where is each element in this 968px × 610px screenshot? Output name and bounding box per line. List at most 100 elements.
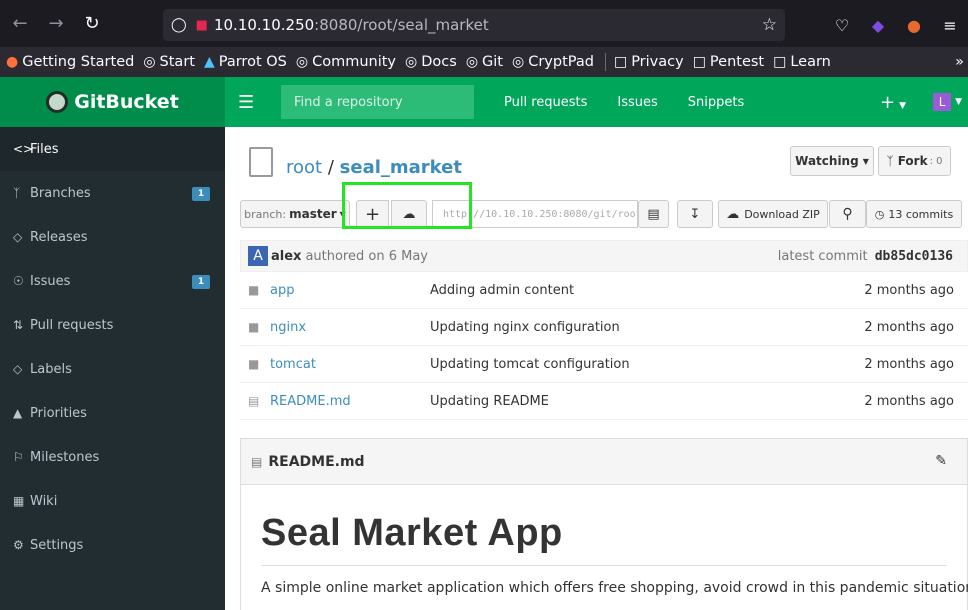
download-icon: ↧: [689, 206, 701, 222]
pull-request-icon: ⇅: [13, 318, 24, 332]
more-bookmarks-icon[interactable]: »: [955, 54, 964, 70]
pocket-icon[interactable]: ♡: [824, 9, 860, 41]
code-icon: <>: [13, 142, 34, 156]
forward-button[interactable]: →: [38, 6, 74, 42]
gitbucket-logo-icon: [46, 91, 69, 113]
url-bar[interactable]: ◯ ■ 10.10.10.250:8080/root/seal_market ☆: [163, 9, 785, 41]
back-button[interactable]: ←: [2, 6, 38, 42]
watching-button[interactable]: Watching ▼: [790, 146, 874, 176]
folder-icon: □: [613, 54, 628, 70]
repo-name-link[interactable]: seal_market: [340, 157, 462, 178]
sidebar-item-labels[interactable]: ◇ Labels: [0, 347, 225, 391]
tag-icon: ◇: [13, 230, 23, 244]
list-item: ■ app Adding admin content 2 months ago: [240, 272, 968, 309]
sidebar-item-releases[interactable]: ◇ Releases: [0, 215, 225, 259]
latest-commit: latest commit db85dc0136: [777, 248, 953, 264]
list-item: ■ nginx Updating nginx configuration 2 m…: [240, 309, 968, 346]
sidebar-toggle-icon[interactable]: ☰: [238, 92, 258, 113]
fork-count: : 0: [929, 155, 943, 167]
file-name-link[interactable]: nginx: [270, 320, 306, 335]
shield-icon: ◯: [171, 17, 187, 33]
repository-icon: [249, 147, 273, 177]
commit-author-link[interactable]: alex: [271, 249, 301, 264]
branch-selector[interactable]: branch: master ▼: [240, 200, 350, 228]
commits-button[interactable]: ◷ 13 commits: [866, 200, 962, 228]
latest-commit-bar: A alex authored on 6 May latest commit d…: [240, 240, 968, 272]
commit-message-link[interactable]: Adding admin content: [430, 283, 574, 298]
readme-panel: ▤ README.md ✎ Seal Market App A simple o…: [240, 438, 968, 610]
bookmark-getting-started[interactable]: ● Getting Started: [6, 54, 134, 70]
insecure-lock-icon[interactable]: ■: [196, 18, 208, 33]
commit-message-link[interactable]: Updating tomcat configuration: [430, 357, 630, 372]
file-age: 2 months ago: [864, 319, 954, 335]
bookmark-pentest[interactable]: □ Pentest: [693, 54, 764, 70]
brand-bar: GitBucket: [0, 77, 225, 127]
nav-pull-requests[interactable]: Pull requests: [504, 95, 587, 110]
nav-snippets[interactable]: Snippets: [688, 95, 744, 110]
globe-icon: ◎: [511, 54, 525, 70]
repo-owner-link[interactable]: root: [286, 157, 322, 178]
file-name-link[interactable]: tomcat: [270, 357, 316, 372]
file-name-link[interactable]: README.md: [270, 394, 351, 409]
globe-icon: ◎: [405, 54, 418, 70]
search-code-button[interactable]: ⚲: [829, 200, 866, 228]
folder-icon: □: [692, 54, 706, 70]
commit-message-link[interactable]: Updating nginx configuration: [430, 320, 620, 335]
sidebar-item-wiki[interactable]: ▦ Wiki: [0, 479, 225, 523]
file-name-link[interactable]: app: [270, 283, 294, 298]
download-button[interactable]: ↧: [677, 200, 713, 228]
user-menu[interactable]: L ▼: [933, 93, 962, 111]
sidebar-item-milestones[interactable]: ⚐ Milestones: [0, 435, 225, 479]
bookmark-separator: [604, 53, 606, 71]
bookmark-git[interactable]: ◎ Git: [466, 54, 503, 70]
highlight-box: [342, 182, 472, 229]
bookmark-star-icon[interactable]: ☆: [762, 15, 777, 35]
repository-search-input[interactable]: Find a repository: [281, 85, 474, 119]
commit-hash-link[interactable]: db85dc0136: [875, 249, 953, 264]
file-icon: ▤: [248, 394, 260, 408]
commit-message-link[interactable]: Updating README: [430, 394, 549, 409]
readme-body: Seal Market App A simple online market a…: [241, 512, 968, 596]
pencil-icon[interactable]: ✎: [935, 453, 947, 469]
fork-icon: ᛉ: [886, 154, 894, 168]
file-list: ■ app Adding admin content 2 months ago …: [240, 272, 968, 420]
brand-link[interactable]: GitBucket: [46, 91, 179, 113]
list-item: ■ tomcat Updating tomcat configuration 2…: [240, 346, 968, 383]
bookmark-privacy[interactable]: □ Privacy: [614, 54, 684, 70]
sidebar-item-pull-requests[interactable]: ⇅ Pull requests: [0, 303, 225, 347]
fork-button[interactable]: ᛉ Fork: 0: [878, 146, 951, 176]
sidebar-item-settings[interactable]: ⚙ Settings: [0, 523, 225, 567]
caret-down-icon: ▼: [955, 97, 962, 107]
readme-header: ▤ README.md ✎: [241, 439, 967, 485]
extension-orange-icon[interactable]: ●: [896, 9, 932, 41]
create-new-menu[interactable]: + ▼: [880, 92, 906, 113]
branches-count-badge: 1: [192, 187, 210, 201]
copy-url-button[interactable]: ▤: [638, 200, 669, 228]
reload-button[interactable]: ↻: [74, 6, 110, 42]
folder-icon: ■: [248, 283, 260, 297]
author-avatar[interactable]: A: [248, 246, 268, 266]
nav-issues[interactable]: Issues: [617, 95, 657, 110]
globe-icon: ◎: [295, 54, 309, 70]
globe-icon: ◎: [465, 54, 479, 70]
sidebar-item-priorities[interactable]: ▲ Priorities: [0, 391, 225, 435]
main-content: root / seal_market Watching ▼ ᛉ Fork: 0 br…: [225, 127, 968, 610]
bookmark-parrot-os[interactable]: ▲ Parrot OS: [204, 54, 287, 70]
browser-toolbar: ← → ↻ ◯ ■ 10.10.10.250:8080/root/seal_ma…: [0, 0, 968, 47]
sidebar-item-files[interactable]: <> Files: [0, 127, 225, 171]
milestone-icon: ⚐: [13, 450, 24, 464]
sidebar-item-issues[interactable]: ☉ Issues 1: [0, 259, 225, 303]
extension-purple-icon[interactable]: ◆: [860, 9, 896, 41]
history-icon: ◷: [874, 207, 885, 221]
bookmark-docs[interactable]: ◎ Docs: [405, 54, 457, 70]
download-zip-button[interactable]: ☁ Download ZIP: [718, 200, 828, 228]
bookmark-start[interactable]: ◎ Start: [143, 54, 195, 70]
bookmark-learn[interactable]: □ Learn: [773, 54, 831, 70]
sidebar: <> Files ᛉ Branches 1 ◇ Releases ☉ Issues 1 ⇅ P…: [0, 127, 225, 610]
menu-icon[interactable]: ≡: [932, 9, 968, 41]
bookmark-community[interactable]: ◎ Community: [296, 54, 396, 70]
caret-down-icon: ▼: [862, 156, 869, 166]
bookmark-cryptpad[interactable]: ◎ CryptPad: [512, 54, 594, 70]
top-navigation: ☰ Find a repository Pull requests Issues…: [225, 77, 968, 127]
sidebar-item-branches[interactable]: ᛉ Branches 1: [0, 171, 225, 215]
